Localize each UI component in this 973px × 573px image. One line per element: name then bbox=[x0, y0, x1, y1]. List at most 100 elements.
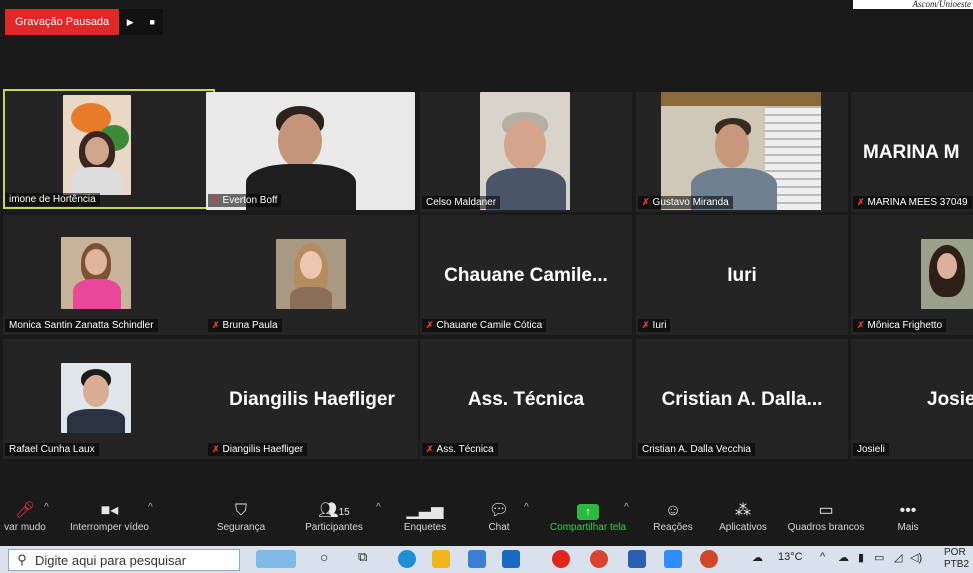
smiley-icon: ☺ bbox=[664, 502, 682, 519]
chevron-up-icon[interactable]: ^ bbox=[820, 551, 825, 563]
weather-widget-icon[interactable] bbox=[256, 550, 296, 568]
participant-video bbox=[921, 239, 973, 309]
video-tile[interactable]: Iuri ✗ Iuri bbox=[636, 215, 848, 335]
participants-button[interactable]: 👥︎15 Participantes bbox=[296, 500, 372, 533]
word-icon[interactable] bbox=[628, 550, 646, 568]
participant-name: Monica Santin Zanatta Schindler bbox=[5, 319, 158, 332]
video-tile[interactable]: Celso Maldaner bbox=[420, 92, 632, 212]
edge-icon[interactable] bbox=[398, 550, 416, 568]
participant-video bbox=[276, 239, 346, 309]
cloud-icon[interactable]: ☁ bbox=[838, 551, 849, 564]
video-gallery: imone de Hortência ✗ Everton Boff Celso M… bbox=[0, 86, 973, 462]
taskbar-search[interactable]: ⚲ Digite aqui para pesquisar bbox=[8, 549, 240, 571]
mic-muted-icon: 🎤︎ bbox=[14, 502, 36, 519]
meeting-toolbar: 🎤︎ var mudo ^ ■◂ Interromper vídeo ^ ⛉ S… bbox=[0, 494, 973, 546]
chevron-up-icon[interactable]: ^ bbox=[148, 502, 153, 513]
file-explorer-icon[interactable] bbox=[432, 550, 450, 568]
participant-name: Cristian A. Dalla Vecchia bbox=[638, 443, 755, 456]
mic-muted-icon: ✗ bbox=[212, 320, 220, 330]
search-placeholder: Digite aqui para pesquisar bbox=[35, 552, 187, 568]
apps-button[interactable]: ⁂ Aplicativos bbox=[712, 500, 774, 533]
participant-display-name: Iuri bbox=[727, 265, 757, 286]
video-tile[interactable]: Monica Santin Zanatta Schindler bbox=[3, 215, 215, 335]
mic-muted-icon: ✗ bbox=[857, 197, 865, 207]
language-indicator[interactable]: POR PTB2 bbox=[944, 547, 969, 571]
video-tile[interactable]: Rafael Cunha Laux bbox=[3, 339, 215, 459]
chat-bubble-icon: 💬︎ bbox=[488, 502, 510, 519]
video-tile[interactable]: Josie Josieli bbox=[851, 339, 973, 459]
mic-muted-icon: ✗ bbox=[857, 320, 865, 330]
opera-icon[interactable] bbox=[552, 550, 570, 568]
participant-name: ✗ Bruna Paula bbox=[208, 319, 282, 332]
mic-muted-icon: ✗ bbox=[212, 195, 220, 205]
security-button[interactable]: ⛉ Segurança bbox=[210, 500, 272, 533]
participant-name: ✗ Gustavo Miranda bbox=[638, 196, 733, 209]
participant-display-name: Josie bbox=[927, 389, 973, 410]
video-tile[interactable]: ✗ Bruna Paula bbox=[206, 215, 418, 335]
network-icon[interactable]: ▭ bbox=[874, 551, 884, 564]
powerpoint-icon[interactable] bbox=[700, 550, 718, 568]
participant-name: ✗ MARINA MEES 37049 bbox=[853, 196, 972, 209]
more-button[interactable]: ••• Mais bbox=[888, 500, 928, 533]
video-tile[interactable]: Cristian A. Dalla... Cristian A. Dalla V… bbox=[636, 339, 848, 459]
unmute-button[interactable]: 🎤︎ var mudo bbox=[0, 500, 50, 533]
participant-video bbox=[63, 95, 131, 195]
recording-status: Gravação Pausada bbox=[5, 9, 120, 35]
zoom-icon[interactable] bbox=[664, 550, 682, 568]
volume-icon[interactable]: ◁) bbox=[910, 551, 922, 564]
chevron-up-icon[interactable]: ^ bbox=[44, 502, 49, 513]
share-screen-icon: ↑ bbox=[577, 504, 599, 520]
stop-video-button[interactable]: ■◂ Interromper vídeo bbox=[62, 500, 157, 533]
video-tile[interactable]: Diangilis Haefliger ✗ Diangilis Haefliger bbox=[206, 339, 418, 459]
search-icon: ⚲ bbox=[17, 552, 27, 567]
mail-icon[interactable] bbox=[502, 550, 520, 568]
participant-display-name: Cristian A. Dalla... bbox=[661, 389, 823, 410]
participant-display-name: Ass. Técnica bbox=[467, 389, 585, 410]
video-tile[interactable]: ✗ Gustavo Miranda bbox=[636, 92, 848, 212]
participant-name: ✗ Everton Boff bbox=[208, 194, 282, 207]
chevron-up-icon[interactable]: ^ bbox=[376, 502, 381, 513]
photo-credit: Ascom/Unioeste bbox=[853, 0, 973, 9]
video-tile[interactable]: Chauane Camile... ✗ Chauane Camile Cótica bbox=[420, 215, 632, 335]
mic-muted-icon: ✗ bbox=[212, 444, 220, 454]
wifi-icon[interactable]: ◿ bbox=[894, 551, 902, 564]
temperature: 13°C bbox=[778, 551, 803, 563]
chevron-up-icon[interactable]: ^ bbox=[624, 502, 629, 513]
cortana-icon[interactable]: ○ bbox=[320, 549, 328, 565]
video-tile[interactable]: ✗ Everton Boff bbox=[206, 92, 415, 210]
reactions-button[interactable]: ☺ Reações bbox=[646, 500, 700, 533]
participant-name: ✗ Mônica Frighetto bbox=[853, 319, 947, 332]
video-tile[interactable]: ✗ Mônica Frighetto bbox=[851, 215, 973, 335]
participant-video bbox=[480, 92, 570, 210]
play-icon[interactable]: ▶ bbox=[119, 9, 142, 35]
share-screen-button[interactable]: ↑ Compartilhar tela bbox=[540, 500, 636, 533]
participant-display-name: MARINA M bbox=[863, 142, 960, 163]
windows-taskbar: ⚲ Digite aqui para pesquisar ○ ⧉ ☁ 13°C … bbox=[0, 546, 973, 573]
participant-video bbox=[661, 92, 821, 210]
participant-display-name: Diangilis Haefliger bbox=[229, 389, 395, 410]
task-view-icon[interactable]: ⧉ bbox=[358, 549, 367, 565]
participant-name: ✗ Iuri bbox=[638, 319, 671, 332]
mic-muted-icon: ✗ bbox=[642, 197, 650, 207]
participant-name: ✗ Diangilis Haefliger bbox=[208, 443, 308, 456]
video-tile[interactable]: MARINA M ✗ MARINA MEES 37049 bbox=[851, 92, 973, 212]
whiteboards-button[interactable]: ▭ Quadros brancos bbox=[780, 500, 872, 533]
chat-button[interactable]: 💬︎ Chat bbox=[478, 500, 520, 533]
participant-name: Rafael Cunha Laux bbox=[5, 443, 99, 456]
stop-icon[interactable]: ■ bbox=[141, 9, 164, 35]
shield-icon: ⛉ bbox=[234, 502, 247, 519]
recording-indicator: Gravação Pausada ▶ ■ bbox=[5, 9, 164, 35]
polls-button[interactable]: ▁▃▅ Enquetes bbox=[398, 500, 452, 533]
chevron-up-icon[interactable]: ^ bbox=[524, 502, 529, 513]
participant-name: Celso Maldaner bbox=[422, 196, 501, 209]
chrome-icon[interactable] bbox=[590, 550, 608, 568]
store-icon[interactable] bbox=[468, 550, 486, 568]
video-camera-icon: ■◂ bbox=[100, 502, 119, 519]
video-tile[interactable]: imone de Hortência bbox=[3, 89, 215, 209]
mic-muted-icon: ✗ bbox=[426, 444, 434, 454]
participant-video bbox=[61, 237, 131, 309]
video-tile[interactable]: Ass. Técnica ✗ Ass. Técnica bbox=[420, 339, 632, 459]
apps-icon: ⁂ bbox=[735, 502, 751, 519]
mic-muted-icon: ✗ bbox=[642, 320, 650, 330]
battery-icon[interactable]: ▮ bbox=[858, 551, 864, 564]
